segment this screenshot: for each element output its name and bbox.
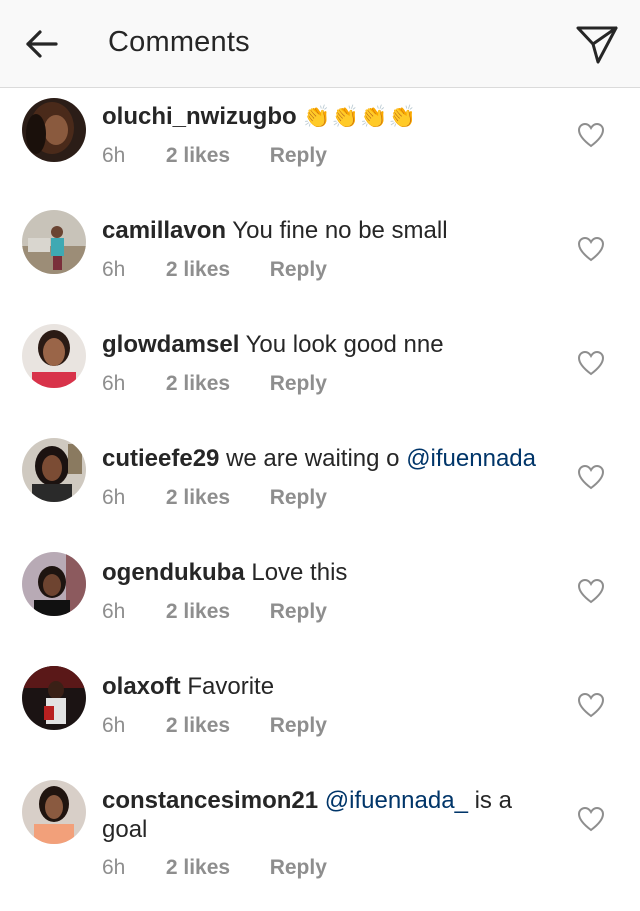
comment-meta: 6h 2 likes Reply	[102, 856, 327, 880]
comment-text: olaxoft Favorite	[102, 672, 552, 701]
avatar[interactable]	[22, 324, 86, 388]
comment-item: camillavon You fine no be small 6h 2 lik…	[0, 202, 640, 316]
comment-text: oluchi_nwizugbo 👏👏👏👏	[102, 102, 552, 131]
comment-likes[interactable]: 2 likes	[166, 258, 264, 282]
avatar[interactable]	[22, 780, 86, 844]
comment-meta: 6h 2 likes Reply	[102, 714, 327, 738]
comment-username[interactable]: oluchi_nwizugbo	[102, 103, 297, 130]
heart-icon[interactable]	[577, 122, 605, 148]
comment-body: You look good nne	[245, 331, 444, 358]
comment-likes[interactable]: 2 likes	[166, 144, 264, 168]
avatar[interactable]	[22, 98, 86, 162]
reply-button[interactable]: Reply	[270, 486, 327, 510]
comment-likes[interactable]: 2 likes	[166, 856, 264, 880]
comment-item: cutieefe29 we are waiting o @ifuennada 6…	[0, 430, 640, 544]
comment-body: we are waiting o	[226, 445, 400, 472]
back-button[interactable]	[22, 24, 62, 64]
comment-item: glowdamsel You look good nne 6h 2 likes …	[0, 316, 640, 430]
paper-plane-icon	[576, 26, 618, 64]
comment-meta: 6h 2 likes Reply	[102, 372, 327, 396]
comment-body: You fine no be small	[232, 217, 448, 244]
reply-button[interactable]: Reply	[270, 372, 327, 396]
comment-likes[interactable]: 2 likes	[166, 600, 264, 624]
heart-icon[interactable]	[577, 350, 605, 376]
comment-item: constancesimon21 @ifuennada_ is a goal 6…	[0, 772, 640, 911]
comment-meta: 6h 2 likes Reply	[102, 486, 327, 510]
comment-body: Love this	[251, 559, 348, 586]
comment-body: Favorite	[187, 673, 275, 700]
page-title: Comments	[108, 26, 250, 58]
comment-username[interactable]: cutieefe29	[102, 445, 219, 472]
comment-meta: 6h 2 likes Reply	[102, 144, 327, 168]
comment-username[interactable]: glowdamsel	[102, 331, 239, 358]
heart-icon[interactable]	[577, 464, 605, 490]
reply-button[interactable]: Reply	[270, 856, 327, 880]
comment-time: 6h	[102, 714, 126, 737]
heart-icon[interactable]	[577, 692, 605, 718]
send-button[interactable]	[574, 22, 620, 66]
arrow-left-icon	[26, 30, 58, 58]
comment-text: ogendukuba Love this	[102, 558, 552, 587]
comment-item: oluchi_nwizugbo 👏👏👏👏 6h 2 likes Reply	[0, 88, 640, 202]
comment-time: 6h	[102, 144, 126, 167]
heart-icon[interactable]	[577, 806, 605, 832]
comment-meta: 6h 2 likes Reply	[102, 600, 327, 624]
comment-username[interactable]: olaxoft	[102, 673, 181, 700]
comment-likes[interactable]: 2 likes	[166, 714, 264, 738]
avatar[interactable]	[22, 210, 86, 274]
comment-item: olaxoft Favorite 6h 2 likes Reply	[0, 658, 640, 772]
heart-icon[interactable]	[577, 578, 605, 604]
comment-mention[interactable]: @ifuennada_	[325, 787, 468, 814]
comment-time: 6h	[102, 372, 126, 395]
comment-text: camillavon You fine no be small	[102, 216, 552, 245]
comment-time: 6h	[102, 258, 126, 281]
comment-emoji: 👏👏👏👏	[303, 104, 417, 129]
reply-button[interactable]: Reply	[270, 600, 327, 624]
comment-meta: 6h 2 likes Reply	[102, 258, 327, 282]
comments-header: Comments	[0, 0, 640, 88]
comment-item: ogendukuba Love this 6h 2 likes Reply	[0, 544, 640, 658]
comment-mention[interactable]: @ifuennada	[406, 445, 536, 472]
comment-username[interactable]: ogendukuba	[102, 559, 245, 586]
comment-username[interactable]: constancesimon21	[102, 787, 318, 814]
comment-likes[interactable]: 2 likes	[166, 372, 264, 396]
comment-text: cutieefe29 we are waiting o @ifuennada	[102, 444, 552, 473]
comment-time: 6h	[102, 486, 126, 509]
reply-button[interactable]: Reply	[270, 144, 327, 168]
comment-text: constancesimon21 @ifuennada_ is a goal	[102, 786, 532, 844]
avatar[interactable]	[22, 438, 86, 502]
comment-likes[interactable]: 2 likes	[166, 486, 264, 510]
comment-time: 6h	[102, 600, 126, 623]
comment-text: glowdamsel You look good nne	[102, 330, 552, 359]
reply-button[interactable]: Reply	[270, 258, 327, 282]
avatar[interactable]	[22, 552, 86, 616]
avatar[interactable]	[22, 666, 86, 730]
comment-username[interactable]: camillavon	[102, 217, 226, 244]
heart-icon[interactable]	[577, 236, 605, 262]
comment-time: 6h	[102, 856, 126, 879]
reply-button[interactable]: Reply	[270, 714, 327, 738]
